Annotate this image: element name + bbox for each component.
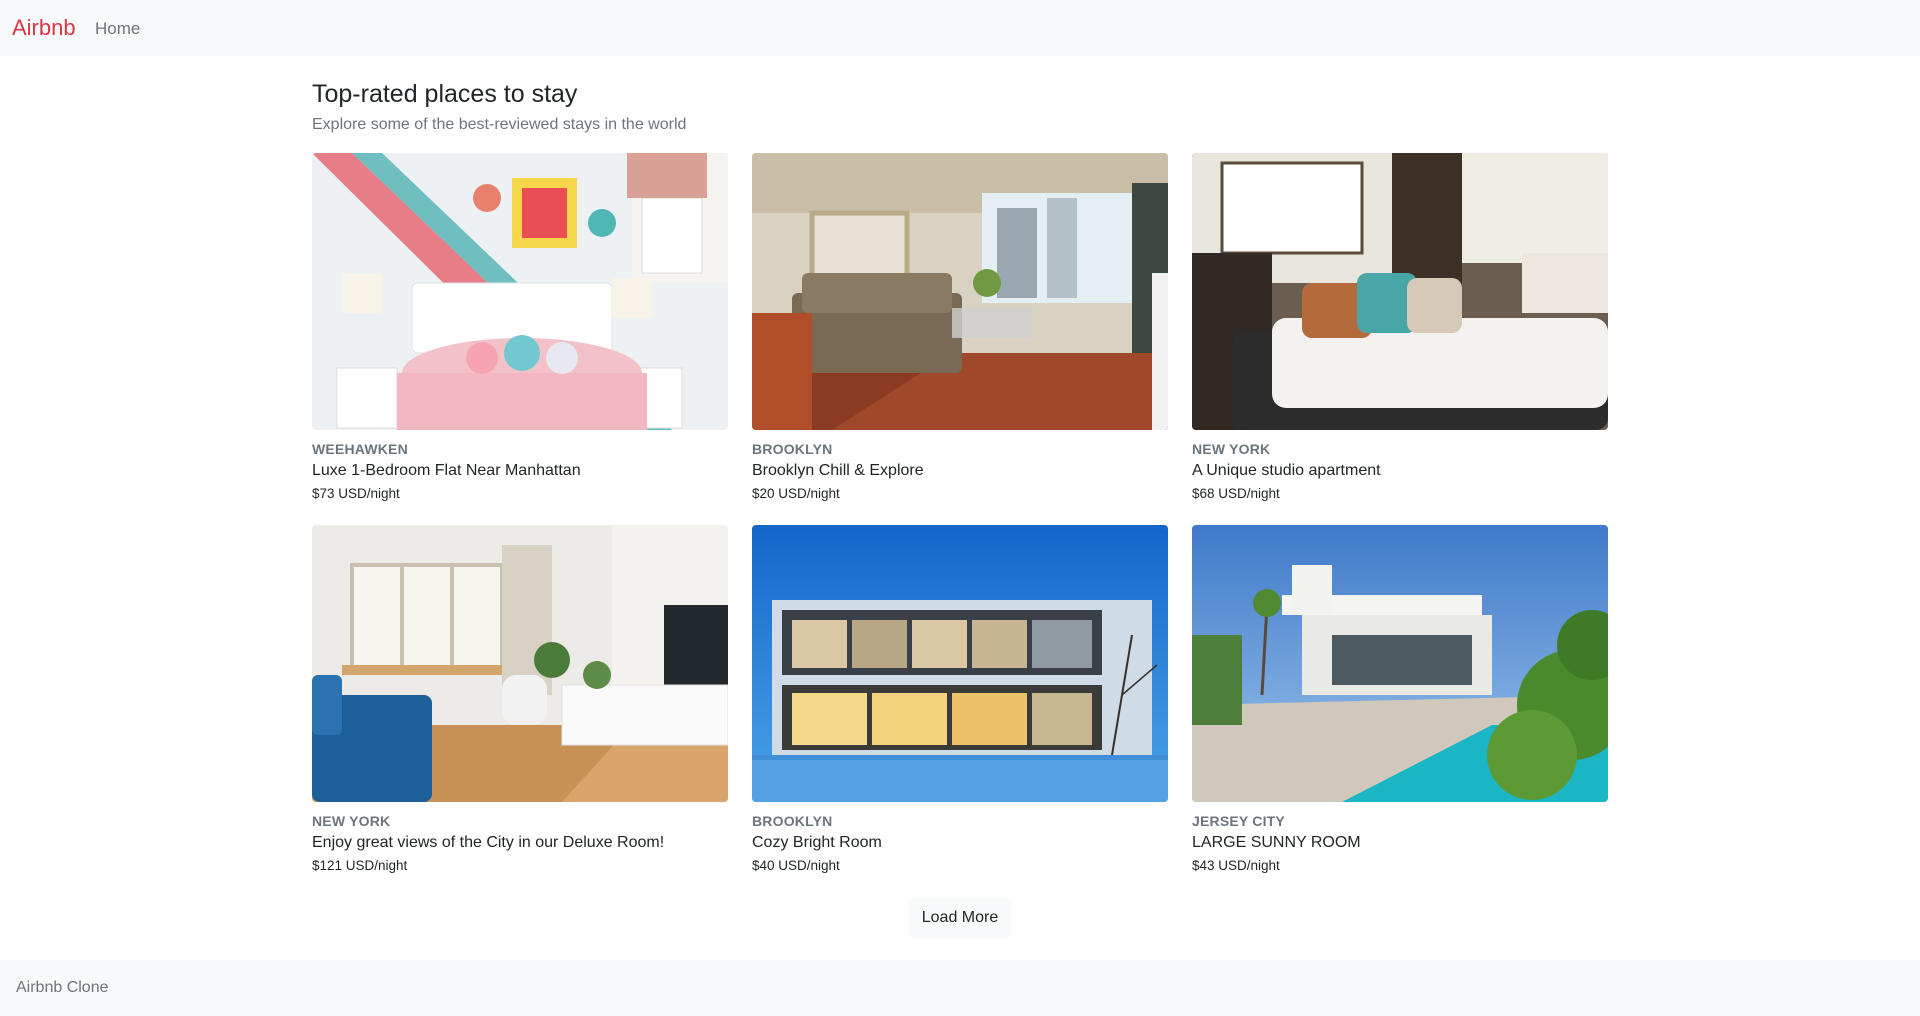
listing-photo-modern-house[interactable]: [752, 525, 1168, 802]
page-subtitle: Explore some of the best-reviewed stays …: [312, 116, 687, 133]
listing-location: NEW YORK: [312, 813, 391, 829]
listing-price: $20 USD/night: [752, 486, 840, 501]
listing-photo-bright-room[interactable]: [312, 525, 728, 802]
listing-card[interactable]: JERSEY CITY LARGE SUNNY ROOM $43 USD/nig…: [1192, 525, 1608, 873]
listing-card[interactable]: WEEHAWKEN Luxe 1-Bedroom Flat Near Manha…: [312, 153, 728, 501]
brand-link[interactable]: Airbnb: [12, 15, 76, 41]
listing-title[interactable]: LARGE SUNNY ROOM: [1192, 834, 1608, 852]
listing-location: JERSEY CITY: [1192, 813, 1285, 829]
footer-text: Airbnb Clone: [16, 979, 109, 996]
listing-title[interactable]: Luxe 1-Bedroom Flat Near Manhattan: [312, 462, 728, 480]
nav-link-home[interactable]: Home: [95, 19, 140, 39]
listing-card[interactable]: BROOKLYN Cozy Bright Room $40 USD/night: [752, 525, 1168, 873]
listing-location: NEW YORK: [1192, 441, 1271, 457]
listing-price: $40 USD/night: [752, 858, 840, 873]
listing-location: BROOKLYN: [752, 441, 833, 457]
listing-location: BROOKLYN: [752, 813, 833, 829]
listing-price: $73 USD/night: [312, 486, 400, 501]
listing-photo-living-room[interactable]: [752, 153, 1168, 430]
listing-price: $43 USD/night: [1192, 858, 1280, 873]
listing-title[interactable]: Enjoy great views of the City in our Del…: [312, 834, 728, 852]
listing-price: $121 USD/night: [312, 858, 408, 873]
listing-card[interactable]: NEW YORK A Unique studio apartment $68 U…: [1192, 153, 1608, 501]
listing-photo-studio[interactable]: [1192, 153, 1608, 430]
page-title: Top-rated places to stay: [312, 80, 578, 108]
footer: Airbnb Clone: [0, 960, 1920, 1016]
listing-card[interactable]: BROOKLYN Brooklyn Chill & Explore $20 US…: [752, 153, 1168, 501]
listing-title[interactable]: Cozy Bright Room: [752, 834, 1168, 852]
listing-photo-bedroom[interactable]: [312, 153, 728, 430]
listing-photo-villa-pool[interactable]: [1192, 525, 1608, 802]
load-more-button[interactable]: Load More: [909, 898, 1011, 938]
listing-price: $68 USD/night: [1192, 486, 1280, 501]
navbar: Airbnb Home: [0, 0, 1920, 56]
listing-location: WEEHAWKEN: [312, 441, 408, 457]
listing-title[interactable]: A Unique studio apartment: [1192, 462, 1608, 480]
listing-title[interactable]: Brooklyn Chill & Explore: [752, 462, 1168, 480]
listing-card[interactable]: NEW YORK Enjoy great views of the City i…: [312, 525, 728, 873]
